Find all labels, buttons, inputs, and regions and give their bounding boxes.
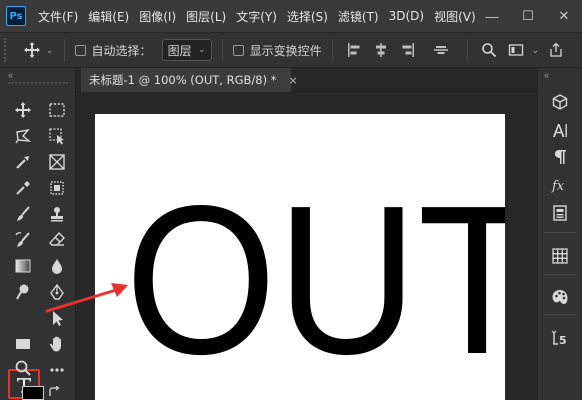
close-tab-icon[interactable]: × bbox=[288, 74, 297, 87]
document-tab-bar: 未标题-1 @ 100% (OUT, RGB/8) * × bbox=[77, 68, 537, 92]
align-horizontal-center-icon[interactable] bbox=[370, 39, 392, 61]
menu-layer[interactable]: 图层(L) bbox=[186, 8, 226, 25]
collapse-panel-icon[interactable]: « bbox=[8, 70, 13, 80]
swap-colors-icon[interactable] bbox=[46, 384, 62, 400]
chevron-down-icon: ⌄ bbox=[198, 45, 206, 55]
align-icons bbox=[343, 39, 457, 61]
quick-selection-tool-icon[interactable] bbox=[10, 150, 36, 174]
gradient-tool-icon[interactable] bbox=[10, 254, 36, 278]
divider bbox=[221, 39, 223, 61]
menu-select[interactable]: 选择(S) bbox=[287, 8, 328, 25]
options-bar: ⌄ 自动选择： 图层 ⌄ 显示变换控件 ⌄ bbox=[0, 32, 582, 68]
history-panel-icon[interactable]: 5 bbox=[546, 326, 574, 350]
menu-view[interactable]: 视图(V) bbox=[434, 8, 476, 25]
options-bar-grip[interactable] bbox=[4, 38, 12, 62]
show-transform-label: 显示变换控件 bbox=[249, 43, 322, 58]
document-tab[interactable]: 未标题-1 @ 100% (OUT, RGB/8) * × bbox=[81, 68, 298, 92]
more-tools-icon[interactable] bbox=[44, 358, 70, 382]
minimize-button[interactable]: — bbox=[474, 0, 510, 32]
divider bbox=[544, 232, 576, 233]
align-left-icon[interactable] bbox=[343, 39, 365, 61]
frame-tool-icon[interactable] bbox=[44, 176, 70, 200]
menu-bar: Ps 文件(F) 编辑(E) 图像(I) 图层(L) 文字(Y) 选择(S) 滤… bbox=[0, 0, 582, 32]
document-canvas[interactable]: OUT bbox=[95, 114, 505, 400]
history-brush-tool-icon[interactable] bbox=[10, 228, 36, 252]
align-right-icon[interactable] bbox=[397, 39, 419, 61]
move-tool-icon[interactable] bbox=[10, 98, 36, 122]
blur-tool-icon[interactable] bbox=[44, 254, 70, 278]
paragraph-panel-icon[interactable] bbox=[546, 145, 574, 169]
clone-stamp-tool-icon[interactable] bbox=[44, 202, 70, 226]
zoom-tool-icon[interactable] bbox=[10, 356, 36, 380]
show-transform-checkbox[interactable] bbox=[232, 44, 244, 56]
auto-select-checkbox[interactable] bbox=[74, 44, 86, 56]
canvas-text-layer[interactable]: OUT bbox=[125, 174, 505, 386]
menu-filter[interactable]: 滤镜(T) bbox=[338, 8, 379, 25]
maximize-button[interactable]: ☐ bbox=[510, 0, 546, 32]
divider bbox=[466, 39, 468, 61]
panels-dock: « fx 5 bbox=[537, 68, 582, 400]
hand-tool-icon[interactable] bbox=[44, 332, 70, 356]
divider bbox=[544, 314, 576, 315]
menu-type[interactable]: 文字(Y) bbox=[236, 8, 277, 25]
brush-tool-icon[interactable] bbox=[10, 202, 36, 226]
eraser-tool-icon[interactable] bbox=[44, 228, 70, 252]
divider bbox=[331, 39, 333, 61]
window-controls: — ☐ ✕ bbox=[474, 0, 582, 32]
swatches-panel-icon[interactable] bbox=[546, 244, 574, 268]
foreground-color-swatch[interactable] bbox=[22, 386, 44, 400]
object-selection-tool-icon[interactable] bbox=[44, 124, 70, 148]
svg-text:fx: fx bbox=[551, 179, 565, 194]
workspace-icon[interactable] bbox=[505, 39, 527, 61]
collapse-panel-icon[interactable]: « bbox=[544, 70, 549, 80]
divider bbox=[63, 39, 65, 61]
photoshop-logo[interactable]: Ps bbox=[6, 6, 26, 26]
libraries-panel-icon[interactable] bbox=[546, 201, 574, 225]
rectangle-tool-icon[interactable] bbox=[10, 332, 36, 356]
pen-tool-icon[interactable] bbox=[44, 280, 70, 304]
eyedropper-tool-icon[interactable] bbox=[10, 176, 36, 200]
close-button[interactable]: ✕ bbox=[546, 0, 582, 32]
tools-panel-grip[interactable] bbox=[8, 82, 68, 85]
dodge-tool-icon[interactable] bbox=[10, 280, 36, 304]
crop-frame-tool-icon[interactable] bbox=[44, 150, 70, 174]
character-panel-icon[interactable] bbox=[546, 118, 574, 142]
menu-edit[interactable]: 编辑(E) bbox=[88, 8, 129, 25]
move-tool-preset-icon[interactable] bbox=[22, 40, 42, 60]
chevron-down-icon[interactable]: ⌄ bbox=[532, 45, 540, 56]
glyphs-panel-icon[interactable]: fx bbox=[546, 173, 574, 197]
menu-image[interactable]: 图像(I) bbox=[139, 8, 176, 25]
svg-text:5: 5 bbox=[559, 334, 567, 347]
marquee-tool-icon[interactable] bbox=[44, 98, 70, 122]
share-icon[interactable] bbox=[545, 39, 567, 61]
auto-select-target-value: 图层 bbox=[167, 43, 192, 58]
canvas-workspace[interactable]: OUT bbox=[77, 93, 537, 400]
tools-panel: « bbox=[0, 68, 76, 400]
menu-3d[interactable]: 3D(D) bbox=[389, 9, 424, 23]
path-selection-tool-icon[interactable] bbox=[44, 306, 70, 330]
menu-file[interactable]: 文件(F) bbox=[38, 8, 78, 25]
auto-select-label: 自动选择： bbox=[91, 43, 152, 58]
search-icon[interactable] bbox=[478, 39, 500, 61]
divider bbox=[544, 274, 576, 275]
3d-panel-icon[interactable] bbox=[546, 90, 574, 114]
align-top-icon[interactable] bbox=[430, 39, 452, 61]
lasso-tool-icon[interactable] bbox=[10, 124, 36, 148]
color-palette-panel-icon[interactable] bbox=[546, 285, 574, 309]
auto-select-target-dropdown[interactable]: 图层 ⌄ bbox=[161, 39, 212, 61]
chevron-down-icon[interactable]: ⌄ bbox=[46, 45, 54, 56]
document-tab-title: 未标题-1 @ 100% (OUT, RGB/8) * bbox=[89, 73, 277, 87]
